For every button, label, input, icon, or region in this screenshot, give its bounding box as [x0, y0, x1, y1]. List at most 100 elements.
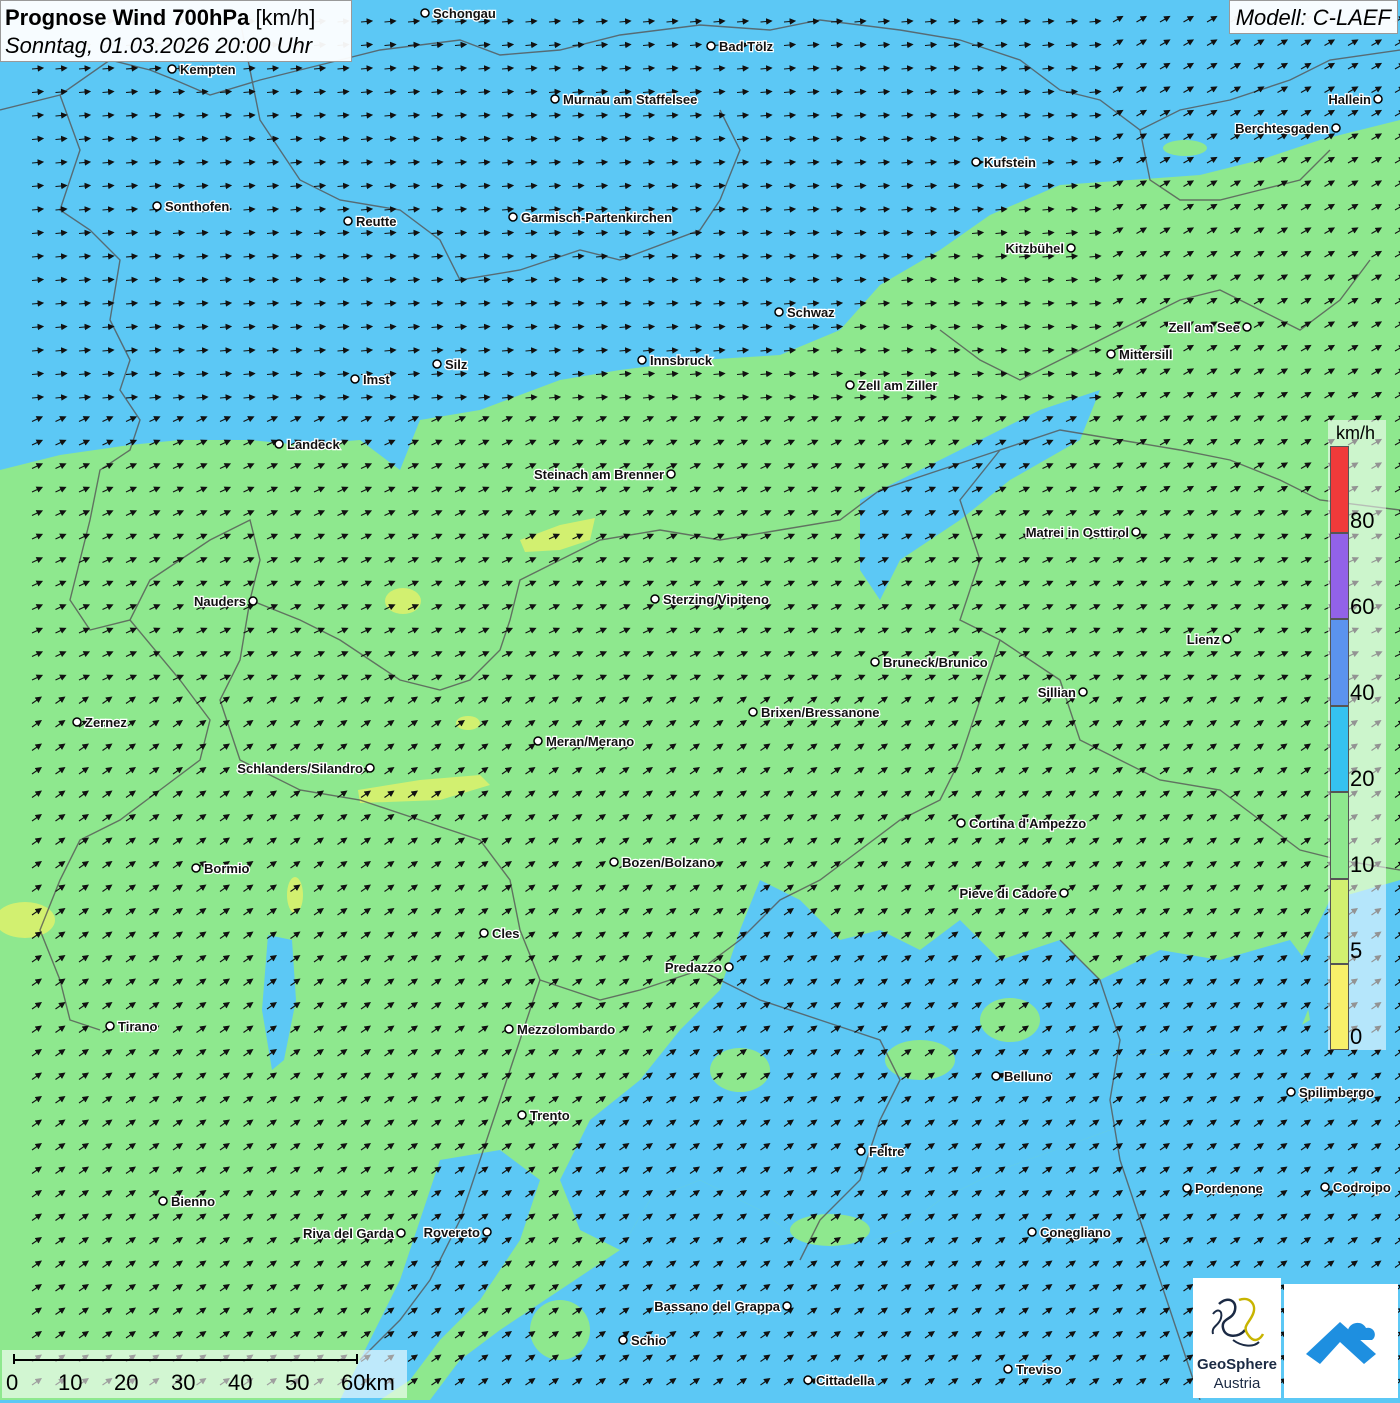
scale-label: 50: [285, 1370, 310, 1395]
legend-band: [1330, 706, 1349, 792]
city-label: Zell am Ziller: [858, 378, 937, 393]
city-dot-icon: [609, 857, 619, 867]
city-dot-icon: [72, 717, 82, 727]
city-label: Kufstein: [984, 155, 1036, 170]
city-dot-icon: [1027, 1227, 1037, 1237]
city-dot-icon: [870, 657, 880, 667]
city-dot-icon: [706, 41, 716, 51]
city-label: Pieve di Cadore: [959, 886, 1057, 901]
city-marker: Innsbruck: [637, 352, 714, 369]
city-dot-icon: [971, 157, 981, 167]
city-dot-icon: [1003, 1364, 1013, 1374]
city-dot-icon: [1320, 1182, 1330, 1192]
city-marker: Pordenone: [1182, 1180, 1264, 1197]
wind-zone-10-20-island: [980, 998, 1040, 1042]
city-label: Brixen/Bressanone: [761, 705, 880, 720]
city-label: Schongau: [433, 6, 496, 21]
city-label: Cles: [492, 926, 519, 941]
city-dot-icon: [517, 1110, 527, 1120]
city-dot-icon: [152, 201, 162, 211]
city-dot-icon: [991, 1071, 1001, 1081]
city-dot-icon: [1242, 322, 1252, 332]
city-dot-icon: [1059, 888, 1069, 898]
model-label: Modell: C-LAEF: [1228, 0, 1398, 34]
city-marker: Pieve di Cadore: [958, 885, 1069, 902]
legend-tick-60: 60: [1350, 594, 1375, 619]
city-marker: Brixen/Bressanone: [748, 704, 881, 721]
wind-zone-5-10: [1163, 140, 1207, 156]
scale-label: 0: [6, 1370, 19, 1395]
wind-zone-5-10: [287, 877, 303, 913]
city-label: Cittadella: [816, 1373, 875, 1388]
city-marker: Cortina d'Ampezzo: [956, 815, 1088, 832]
city-dot-icon: [420, 8, 430, 18]
city-marker: Schlanders/Silandro: [236, 760, 375, 777]
cloud-chevron-icon: [1306, 1322, 1376, 1364]
wind-map: Schongau Bad Tölz Kempten Murnau am Staffel…: [0, 0, 1400, 1400]
city-marker: Zell am See: [1167, 319, 1252, 336]
city-label: Schio: [631, 1333, 666, 1348]
city-dot-icon: [1182, 1183, 1192, 1193]
city-label: Zernez: [85, 715, 127, 730]
city-dot-icon: [1106, 349, 1116, 359]
color-legend: km/h 80 60 40 20 10 5 0: [1328, 420, 1386, 1050]
city-label: Kitzbühel: [1006, 241, 1065, 256]
city-dot-icon: [845, 380, 855, 390]
city-dot-icon: [618, 1335, 628, 1345]
city-label: Imst: [363, 372, 390, 387]
city-label: Rovereto: [424, 1225, 480, 1240]
city-marker: Bassano del Grappa: [653, 1298, 792, 1315]
geosphere-logo-line2: Austria: [1213, 1375, 1261, 1392]
scale-label: 30: [171, 1370, 196, 1395]
scale-bar-line: [13, 1354, 358, 1364]
legend-tick-40: 40: [1350, 680, 1375, 705]
city-marker: Garmisch-Partenkirchen: [508, 209, 673, 226]
legend-band: [1330, 533, 1349, 619]
city-label: Predazzo: [665, 960, 722, 975]
city-label: Berchtesgaden: [1235, 121, 1329, 136]
city-label: Feltre: [869, 1144, 904, 1159]
city-label: Matrei in Osttirol: [1026, 525, 1129, 540]
city-label: Bassano del Grappa: [654, 1299, 780, 1314]
legend-band: [1330, 964, 1349, 1050]
wind-zone-10-20-island: [710, 1048, 770, 1092]
city-dot-icon: [650, 594, 660, 604]
city-marker: Meran/Merano: [533, 733, 635, 750]
city-label: Mezzolombardo: [517, 1022, 615, 1037]
city-dot-icon: [350, 374, 360, 384]
city-dot-icon: [343, 216, 353, 226]
city-dot-icon: [1286, 1087, 1296, 1097]
city-dot-icon: [1373, 94, 1383, 104]
city-dot-icon: [396, 1228, 406, 1238]
scale-bar: 0 10 20 30 40 50 60km: [2, 1350, 407, 1398]
city-marker: Steinach am Brenner: [533, 466, 676, 483]
city-marker: Sonthofen: [152, 198, 231, 215]
city-dot-icon: [774, 307, 784, 317]
legend-band: [1330, 619, 1349, 706]
city-dot-icon: [1222, 634, 1232, 644]
city-label: Murnau am Staffelsee: [563, 92, 697, 107]
city-label: Sterzing/Vipiteno: [663, 592, 769, 607]
legend-tick-10: 10: [1350, 852, 1375, 877]
city-dot-icon: [782, 1301, 792, 1311]
legend-tick-5: 5: [1350, 938, 1363, 963]
legend-band: [1330, 446, 1349, 533]
city-label: Pordenone: [1195, 1181, 1263, 1196]
city-dot-icon: [1331, 123, 1341, 133]
city-label: Meran/Merano: [546, 734, 634, 749]
city-dot-icon: [1066, 243, 1076, 253]
wind-zone-5-10: [385, 588, 421, 614]
city-label: Nauders: [194, 594, 246, 609]
city-label: Bozen/Bolzano: [622, 855, 715, 870]
city-dot-icon: [248, 596, 258, 606]
city-dot-icon: [1078, 687, 1088, 697]
city-marker: Berchtesgaden: [1234, 120, 1341, 137]
app-logo[interactable]: [1284, 1284, 1398, 1398]
map-title: Prognose Wind 700hPa [km/h]: [5, 5, 351, 31]
city-marker: Murnau am Staffelsee: [550, 91, 699, 108]
city-dot-icon: [432, 359, 442, 369]
geosphere-logo[interactable]: GeoSphere Austria: [1193, 1278, 1281, 1398]
forecast-datetime: Sonntag, 01.03.2026 20:00 Uhr: [5, 33, 313, 58]
city-label: Spilimbergo: [1299, 1085, 1374, 1100]
city-label: Schlanders/Silandro: [237, 761, 363, 776]
